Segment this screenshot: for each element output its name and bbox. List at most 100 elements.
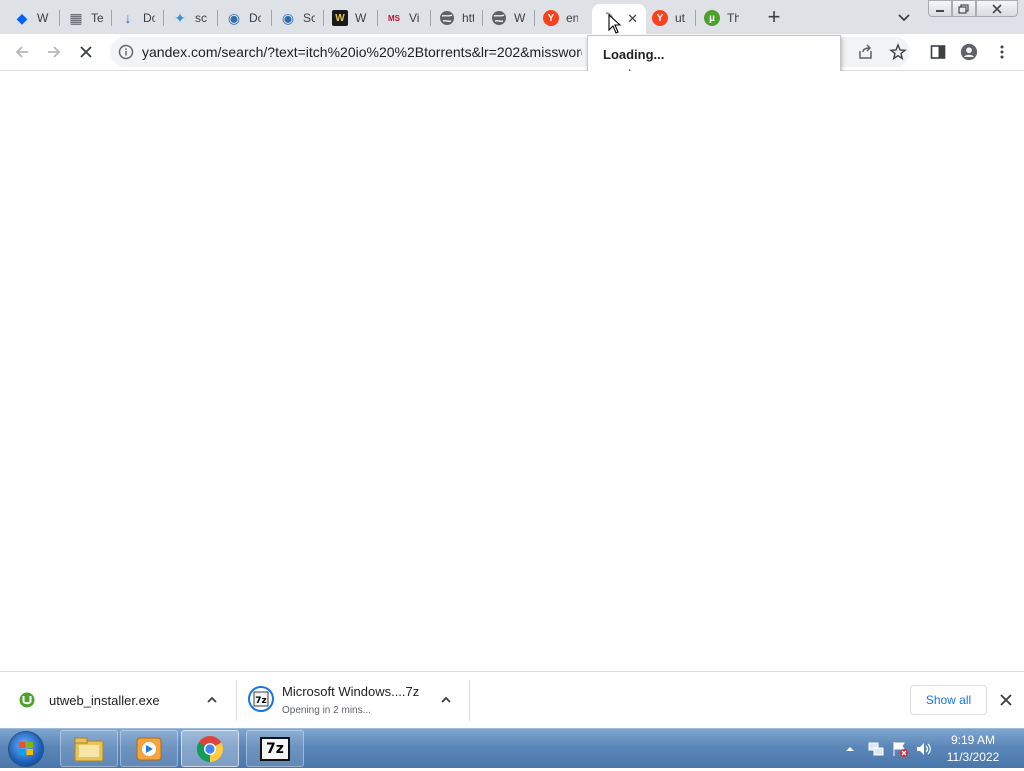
download-filename: Microsoft Windows....7z bbox=[282, 684, 420, 699]
back-arrow-icon bbox=[15, 46, 28, 58]
bookmark-button[interactable] bbox=[889, 43, 907, 61]
page-viewport bbox=[0, 71, 1024, 671]
share-button[interactable] bbox=[857, 43, 875, 61]
globe-bug-icon: ◉ bbox=[227, 9, 241, 26]
download-item[interactable]: utweb_installer.exe bbox=[0, 672, 236, 729]
close-icon bbox=[992, 3, 1002, 14]
browser-toolbar: yandex.com/search/?text=itch%20io%20%2Bt… bbox=[0, 34, 1024, 71]
side-panel-button[interactable] bbox=[929, 43, 947, 61]
minimize-button[interactable] bbox=[928, 0, 952, 17]
tab-title: Te bbox=[91, 11, 103, 25]
tab-title: W bbox=[37, 11, 49, 25]
minimize-icon bbox=[936, 9, 944, 12]
system-tray bbox=[843, 729, 933, 769]
action-center-flag-icon[interactable] bbox=[891, 740, 909, 758]
tab-separator bbox=[163, 10, 164, 26]
stop-loading-button[interactable] bbox=[76, 42, 96, 62]
browser-tab[interactable]: WW bbox=[326, 4, 378, 32]
ms-logo-icon: MS bbox=[388, 13, 400, 23]
tab-close-icon[interactable]: ✕ bbox=[627, 11, 638, 27]
mouse-cursor-icon bbox=[608, 14, 622, 34]
stop-x-icon bbox=[80, 46, 92, 58]
tab-title: Sc bbox=[303, 11, 315, 25]
tab-title: Th bbox=[727, 11, 739, 25]
tab-search-button[interactable] bbox=[895, 9, 913, 27]
taskbar-7zip[interactable]: 7z bbox=[246, 730, 304, 767]
7z-archive-icon: 7z bbox=[248, 686, 274, 712]
network-icon[interactable] bbox=[867, 740, 885, 758]
restore-button[interactable] bbox=[952, 0, 976, 17]
side-panel-icon bbox=[930, 45, 946, 59]
new-tab-button[interactable]: + bbox=[763, 6, 785, 28]
hover-card-title: Loading... bbox=[603, 47, 665, 62]
download-arrow-icon: ↓ bbox=[124, 10, 132, 26]
chevron-up-icon[interactable] bbox=[205, 693, 219, 707]
w-logo-icon: W bbox=[332, 10, 348, 26]
butterfly-icon: ✦ bbox=[174, 9, 186, 26]
browser-tab[interactable]: µ Th bbox=[698, 4, 750, 32]
tab-separator bbox=[482, 10, 483, 26]
tab-separator bbox=[59, 10, 60, 26]
browser-tab[interactable]: ✦ sc bbox=[166, 4, 218, 32]
globe-icon bbox=[491, 10, 507, 26]
browser-tab[interactable]: Yut bbox=[646, 4, 696, 32]
tab-title: Dc bbox=[143, 11, 155, 25]
forward-arrow-icon bbox=[48, 46, 61, 58]
media-player-icon bbox=[136, 737, 162, 760]
taskbar-clock[interactable]: 9:19 AM 11/3/2022 bbox=[934, 732, 1012, 766]
chevron-up-icon[interactable] bbox=[439, 693, 453, 707]
browser-tab[interactable]: ◆ W bbox=[8, 4, 60, 32]
tab-strip: ◆ W ▦ Te ↓ Dc ✦ sc ◉ Dc ◉ Sc W W MS Vi htt W Yen ✕ Yut µ Th + bbox=[0, 0, 1024, 34]
download-shelf: utweb_installer.exe 7z Microsoft Windows… bbox=[0, 671, 1024, 729]
browser-tab[interactable]: ◉ Sc bbox=[274, 4, 324, 32]
clock-time: 9:19 AM bbox=[950, 733, 996, 747]
tab-title: Dc bbox=[249, 11, 261, 25]
tab-separator bbox=[534, 10, 535, 26]
back-button[interactable] bbox=[12, 42, 32, 62]
tab-separator bbox=[271, 10, 272, 26]
browser-tab[interactable]: ◉ Dc bbox=[220, 4, 272, 32]
url-text[interactable]: yandex.com/search/?text=itch%20io%20%2Bt… bbox=[142, 44, 582, 60]
site-info-icon[interactable] bbox=[118, 44, 134, 60]
taskbar-media-player[interactable] bbox=[120, 730, 178, 767]
globe-bug-icon: ◉ bbox=[281, 9, 295, 26]
svg-text:7z: 7z bbox=[255, 696, 267, 706]
chevron-down-icon bbox=[898, 14, 910, 22]
volume-icon[interactable] bbox=[915, 740, 933, 758]
star-icon bbox=[889, 43, 907, 61]
browser-tab[interactable]: ↓ Dc bbox=[114, 4, 164, 32]
tab-title: sc bbox=[195, 11, 207, 25]
restore-icon bbox=[958, 3, 969, 14]
globe-icon bbox=[439, 10, 455, 26]
show-all-downloads-button[interactable]: Show all bbox=[910, 685, 987, 715]
browser-tab[interactable]: MS Vi bbox=[380, 4, 431, 32]
show-hidden-icons-icon[interactable] bbox=[843, 742, 857, 756]
browser-tab[interactable]: ▦ Te bbox=[62, 4, 112, 32]
start-button[interactable] bbox=[8, 731, 44, 767]
tab-title: htt bbox=[462, 11, 474, 25]
utorrent-icon: µ bbox=[704, 10, 720, 26]
browser-tab[interactable]: Yen bbox=[537, 4, 590, 32]
7zip-icon: 7z bbox=[260, 736, 290, 761]
tab-separator bbox=[323, 10, 324, 26]
taskbar-chrome[interactable] bbox=[181, 730, 239, 767]
window-close-button[interactable] bbox=[976, 0, 1018, 17]
windows-logo-icon bbox=[19, 742, 33, 755]
kebab-menu-icon bbox=[1000, 45, 1004, 59]
yandex-icon: Y bbox=[543, 10, 559, 26]
download-item[interactable]: 7z Microsoft Windows....7z Opening in 2 … bbox=[237, 672, 469, 729]
clock-date: 11/3/2022 bbox=[946, 750, 1000, 764]
menu-button[interactable] bbox=[993, 43, 1011, 61]
taskbar-explorer[interactable] bbox=[60, 730, 118, 767]
download-status: Opening in 2 mins... bbox=[282, 705, 371, 716]
tab-title: Vi bbox=[409, 11, 420, 25]
7zip-label: 7z bbox=[266, 740, 284, 757]
profile-button[interactable] bbox=[960, 43, 978, 61]
close-download-shelf-icon[interactable] bbox=[997, 691, 1015, 709]
forward-button[interactable] bbox=[44, 42, 64, 62]
explorer-icon bbox=[74, 737, 104, 761]
avatar-icon bbox=[960, 43, 978, 61]
browser-tab[interactable]: htt bbox=[433, 4, 483, 32]
browser-tab[interactable]: W bbox=[485, 4, 535, 32]
tab-separator bbox=[430, 10, 431, 26]
